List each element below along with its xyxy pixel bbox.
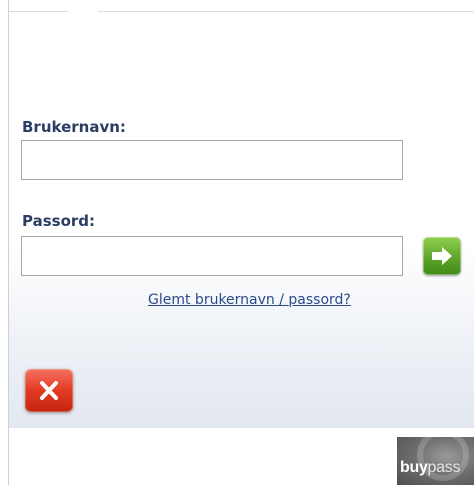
username-field[interactable]	[21, 140, 403, 180]
login-submit-button[interactable]	[423, 237, 461, 275]
password-label: Passord:	[22, 212, 96, 230]
password-field[interactable]	[21, 236, 403, 276]
buypass-logo: buypass	[397, 437, 474, 485]
forgot-credentials-link[interactable]: Glemt brukernavn / passord?	[148, 292, 351, 308]
arrow-right-icon	[432, 247, 452, 265]
close-button[interactable]	[25, 369, 73, 412]
close-x-icon	[40, 381, 58, 400]
logo-text-bold: buy	[400, 459, 428, 476]
username-label: Brukernavn:	[22, 118, 126, 136]
logo-text-light: pass	[427, 459, 461, 476]
logo-text: buypass	[400, 459, 460, 477]
